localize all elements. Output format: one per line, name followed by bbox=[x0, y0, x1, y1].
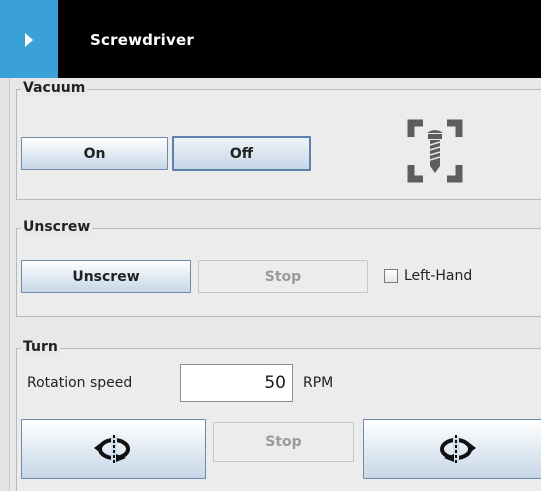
turn-title: Turn bbox=[21, 339, 60, 355]
vacuum-off-button[interactable]: Off bbox=[172, 136, 311, 171]
turn-stop-button[interactable]: Stop bbox=[213, 422, 354, 462]
unscrew-stop-button[interactable]: Stop bbox=[198, 260, 368, 293]
turn-group: Turn Rotation speed 50 RPM Stop bbox=[16, 339, 541, 491]
rotate-cw-button[interactable] bbox=[363, 419, 541, 479]
content-panel: Vacuum On Off Unscrew Unscrew Stop Left-… bbox=[0, 78, 541, 491]
rotate-clockwise-icon bbox=[439, 435, 476, 463]
vacuum-group: Vacuum On Off bbox=[16, 80, 541, 200]
vacuum-on-button[interactable]: On bbox=[21, 137, 168, 170]
rotate-counterclockwise-icon bbox=[93, 435, 130, 463]
left-edge bbox=[0, 78, 10, 491]
screw-target-icon bbox=[407, 119, 463, 183]
rotation-speed-input[interactable]: 50 bbox=[180, 364, 293, 402]
page-title: Screwdriver bbox=[90, 31, 194, 49]
unscrew-title: Unscrew bbox=[21, 219, 93, 235]
left-hand-checkbox[interactable] bbox=[384, 269, 398, 283]
chevron-right-icon bbox=[25, 33, 33, 47]
rpm-unit-label: RPM bbox=[303, 375, 334, 391]
unscrew-button[interactable]: Unscrew bbox=[21, 260, 191, 293]
rotate-ccw-button[interactable] bbox=[21, 419, 206, 479]
left-hand-label: Left-Hand bbox=[404, 268, 473, 284]
rotation-speed-label: Rotation speed bbox=[27, 375, 133, 391]
rotation-speed-value: 50 bbox=[264, 373, 286, 393]
program-node-tab[interactable] bbox=[0, 0, 58, 78]
app-header: Screwdriver bbox=[0, 0, 541, 78]
vacuum-title: Vacuum bbox=[21, 80, 88, 96]
unscrew-group: Unscrew Unscrew Stop Left-Hand bbox=[16, 219, 541, 317]
